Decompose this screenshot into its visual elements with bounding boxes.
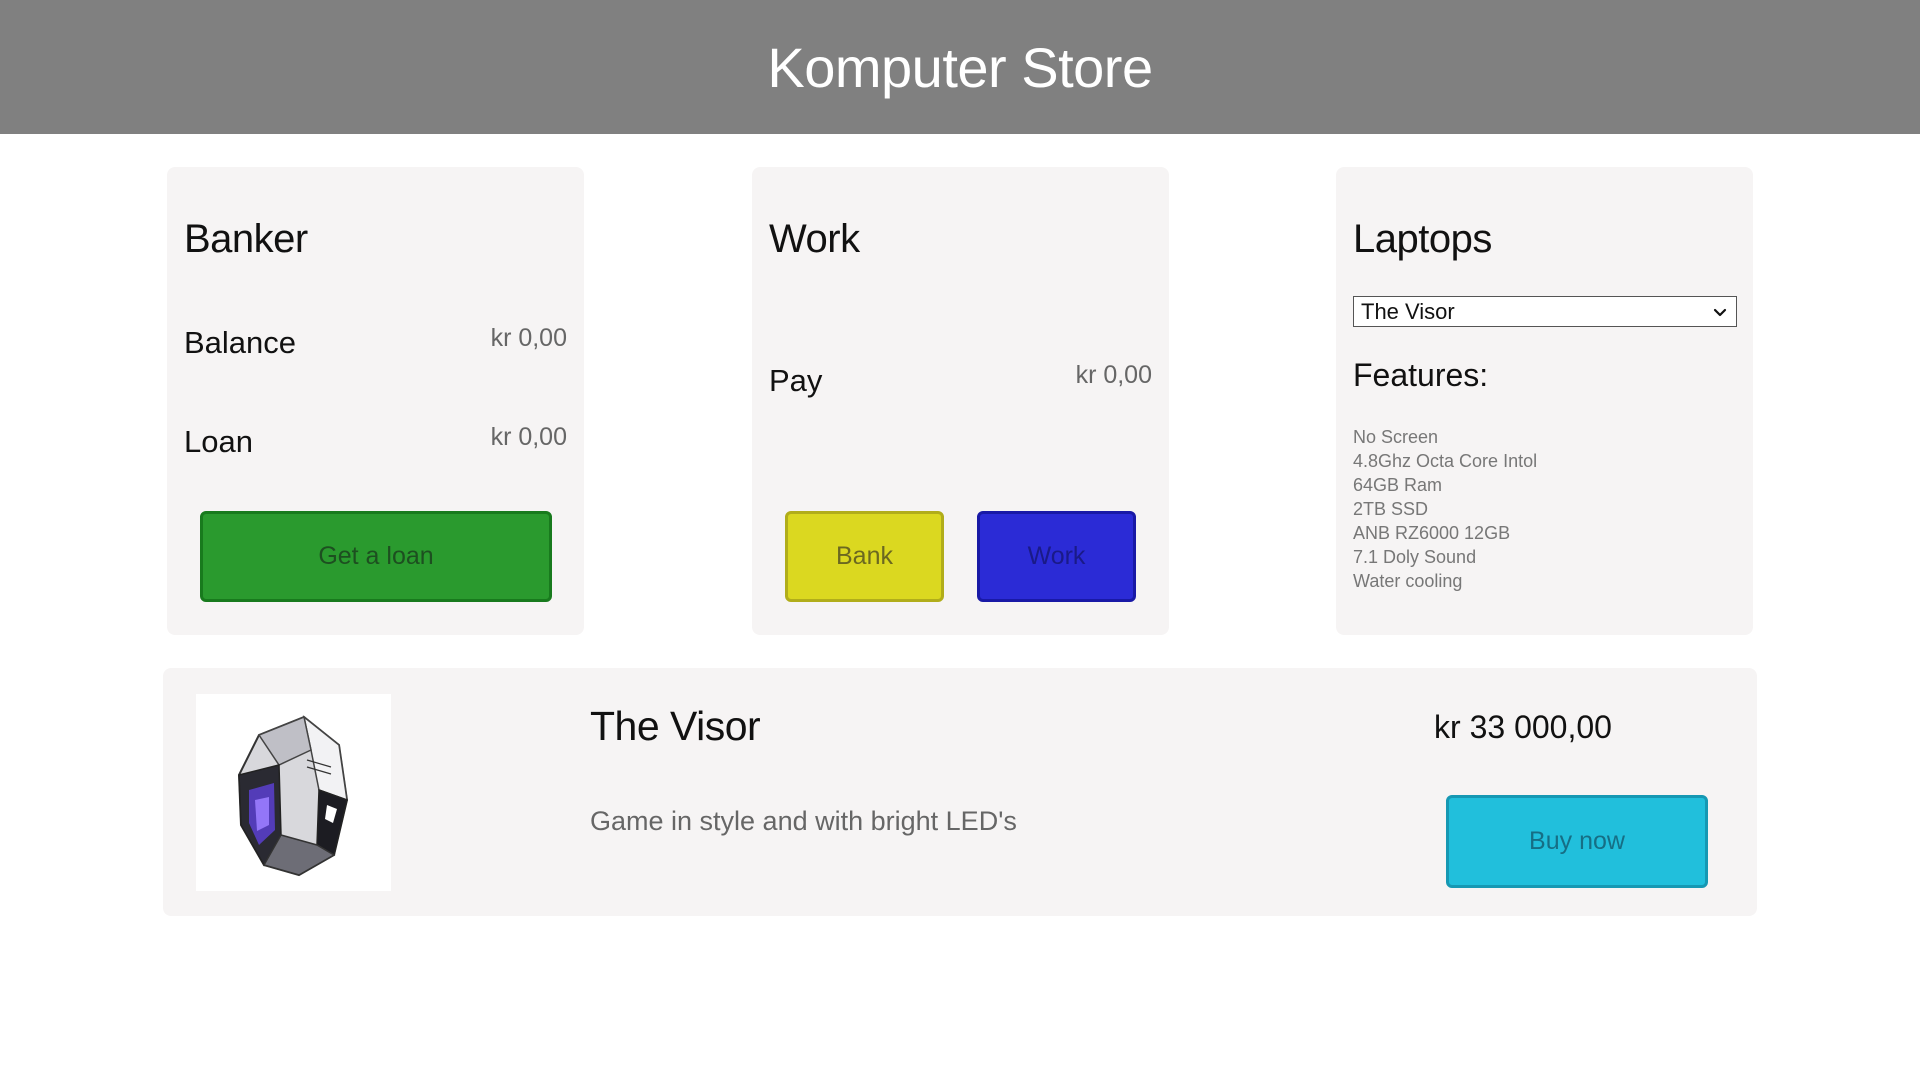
chevron-down-icon xyxy=(1713,308,1727,316)
product-description: Game in style and with bright LED's xyxy=(590,806,1017,836)
feature-item: No Screen xyxy=(1353,427,1439,447)
laptops-card: Laptops The Visor Features: No Screen 4.… xyxy=(1336,167,1753,635)
get-loan-button[interactable]: Get a loan xyxy=(200,511,552,602)
laptop-select[interactable]: The Visor xyxy=(1353,296,1737,327)
pc-case-icon xyxy=(237,715,348,877)
features-label: Features: xyxy=(1353,357,1489,393)
banker-title: Banker xyxy=(184,217,308,261)
product-name: The Visor xyxy=(590,703,761,749)
balance-value: kr 0,00 xyxy=(490,324,567,352)
loan-label: Loan xyxy=(184,424,253,459)
product-image xyxy=(196,694,391,891)
product-price: kr 33 000,00 xyxy=(1434,709,1612,745)
feature-item: Water cooling xyxy=(1353,571,1463,591)
bank-button[interactable]: Bank xyxy=(785,511,944,602)
app-header: Komputer Store xyxy=(0,0,1920,134)
feature-item: 64GB Ram xyxy=(1353,475,1443,495)
page-title: Komputer Store xyxy=(767,35,1153,99)
work-card: Work Pay kr 0,00 Bank Work xyxy=(752,167,1169,635)
work-button[interactable]: Work xyxy=(977,511,1136,602)
laptops-title: Laptops xyxy=(1353,217,1492,261)
laptop-select-value: The Visor xyxy=(1361,298,1455,324)
feature-item: 2TB SSD xyxy=(1353,499,1429,519)
work-title: Work xyxy=(769,217,860,261)
product-card: The Visor Game in style and with bright … xyxy=(163,668,1757,916)
feature-item: ANB RZ6000 12GB xyxy=(1353,523,1511,543)
pay-value: kr 0,00 xyxy=(1075,361,1152,389)
banker-card: Banker Balance kr 0,00 Loan kr 0,00 Get … xyxy=(167,167,584,635)
feature-list: No Screen 4.8Ghz Octa Core Intol 64GB Ra… xyxy=(1353,425,1537,593)
loan-value: kr 0,00 xyxy=(490,423,567,451)
balance-label: Balance xyxy=(184,325,297,360)
buy-now-button[interactable]: Buy now xyxy=(1446,795,1708,888)
pay-label: Pay xyxy=(769,363,823,398)
feature-item: 7.1 Doly Sound xyxy=(1353,547,1477,567)
feature-item: 4.8Ghz Octa Core Intol xyxy=(1353,451,1538,471)
